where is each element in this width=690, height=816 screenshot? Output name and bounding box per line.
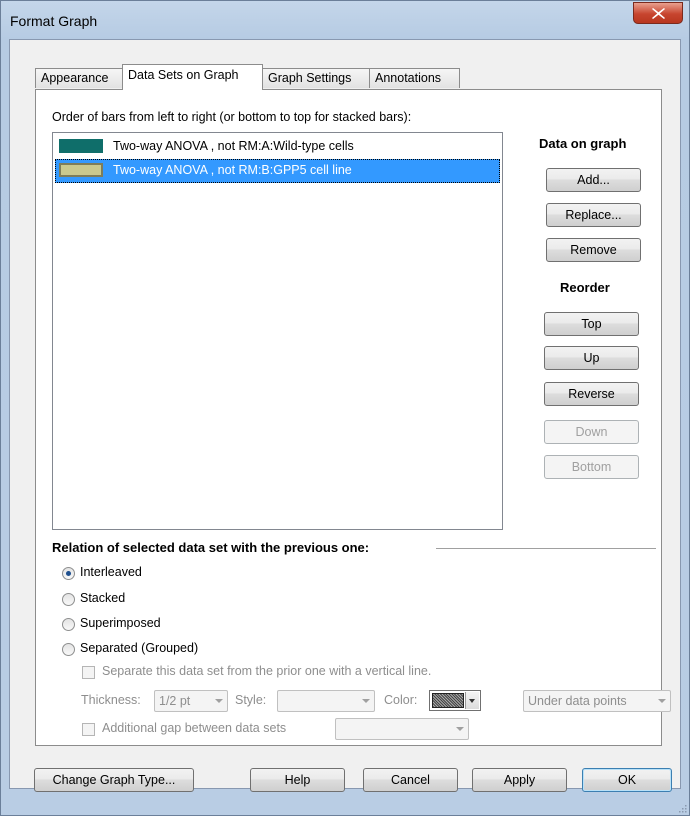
color-pattern-swatch bbox=[432, 693, 464, 708]
relation-heading: Relation of selected data set with the p… bbox=[52, 540, 370, 555]
tab-appearance[interactable]: Appearance bbox=[35, 68, 123, 88]
close-icon bbox=[652, 8, 665, 19]
reverse-button[interactable]: Reverse bbox=[544, 382, 639, 406]
reorder-heading: Reorder bbox=[560, 280, 610, 295]
down-button[interactable]: Down bbox=[544, 420, 639, 444]
chevron-down-icon bbox=[456, 727, 464, 731]
superimposed-label: Superimposed bbox=[80, 616, 161, 630]
separated-radio[interactable] bbox=[62, 643, 75, 656]
gap-label: Additional gap between data sets bbox=[102, 721, 287, 735]
resize-grip-icon[interactable] bbox=[677, 803, 687, 813]
add-button[interactable]: Add... bbox=[546, 168, 641, 192]
dialog-client: Appearance Data Sets on Graph Graph Sett… bbox=[9, 39, 681, 792]
interleaved-radio[interactable] bbox=[62, 567, 75, 580]
apply-button[interactable]: Apply bbox=[472, 768, 567, 792]
stacked-radio[interactable] bbox=[62, 593, 75, 606]
separate-line-label: Separate this data set from the prior on… bbox=[102, 664, 432, 678]
line-position-value: Under data points bbox=[528, 694, 627, 708]
line-position-select[interactable]: Under data points bbox=[523, 690, 671, 712]
color-picker[interactable] bbox=[429, 690, 481, 711]
chevron-down-icon bbox=[362, 699, 370, 703]
chevron-down-icon bbox=[465, 692, 479, 709]
top-button[interactable]: Top bbox=[544, 312, 639, 336]
tab-graph-settings[interactable]: Graph Settings bbox=[262, 68, 370, 88]
gap-checkbox[interactable] bbox=[82, 723, 95, 736]
title-bar[interactable]: Format Graph bbox=[1, 1, 689, 39]
stacked-label: Stacked bbox=[80, 591, 126, 605]
replace-button[interactable]: Replace... bbox=[546, 203, 641, 227]
chevron-down-icon bbox=[658, 699, 666, 703]
dataset-listbox[interactable]: Two-way ANOVA , not RM:A:Wild-type cells… bbox=[52, 132, 503, 530]
gap-select[interactable] bbox=[335, 718, 469, 740]
list-item[interactable]: Two-way ANOVA , not RM:B:GPP5 cell line bbox=[55, 159, 500, 183]
thickness-select[interactable]: 1/2 pt bbox=[154, 690, 228, 712]
list-item[interactable]: Two-way ANOVA , not RM:A:Wild-type cells bbox=[55, 135, 500, 159]
ok-button[interactable]: OK bbox=[582, 768, 672, 792]
tab-data-sets-on-graph[interactable]: Data Sets on Graph bbox=[122, 64, 263, 90]
superimposed-radio[interactable] bbox=[62, 618, 75, 631]
dataset-color-swatch bbox=[59, 139, 103, 153]
bottom-button[interactable]: Bottom bbox=[544, 455, 639, 479]
dataset-label: Two-way ANOVA , not RM:B:GPP5 cell line bbox=[113, 163, 352, 177]
remove-button[interactable]: Remove bbox=[546, 238, 641, 262]
section-divider bbox=[436, 548, 656, 549]
dataset-color-swatch bbox=[59, 163, 103, 177]
interleaved-label: Interleaved bbox=[80, 565, 142, 579]
thickness-value: 1/2 pt bbox=[159, 694, 191, 708]
tab-annotations[interactable]: Annotations bbox=[369, 68, 460, 88]
separate-line-checkbox[interactable] bbox=[82, 666, 95, 679]
color-label: Color: bbox=[384, 693, 418, 707]
change-graph-type-button[interactable]: Change Graph Type... bbox=[34, 768, 194, 792]
thickness-label: Thickness: bbox=[81, 693, 141, 707]
close-button[interactable] bbox=[633, 2, 683, 24]
cancel-button[interactable]: Cancel bbox=[363, 768, 458, 792]
window-title: Format Graph bbox=[10, 13, 98, 29]
format-graph-dialog: Format Graph Appearance Data Sets on Gra… bbox=[0, 0, 690, 816]
up-button[interactable]: Up bbox=[544, 346, 639, 370]
style-select[interactable] bbox=[277, 690, 375, 712]
order-label: Order of bars from left to right (or bot… bbox=[52, 110, 412, 124]
tab-panel: Order of bars from left to right (or bot… bbox=[35, 89, 671, 746]
dataset-label: Two-way ANOVA , not RM:A:Wild-type cells bbox=[113, 139, 354, 153]
data-on-graph-heading: Data on graph bbox=[539, 136, 627, 151]
help-button[interactable]: Help bbox=[250, 768, 345, 792]
chevron-down-icon bbox=[215, 699, 223, 703]
style-label: Style: bbox=[235, 693, 267, 707]
separated-label: Separated (Grouped) bbox=[80, 641, 199, 655]
